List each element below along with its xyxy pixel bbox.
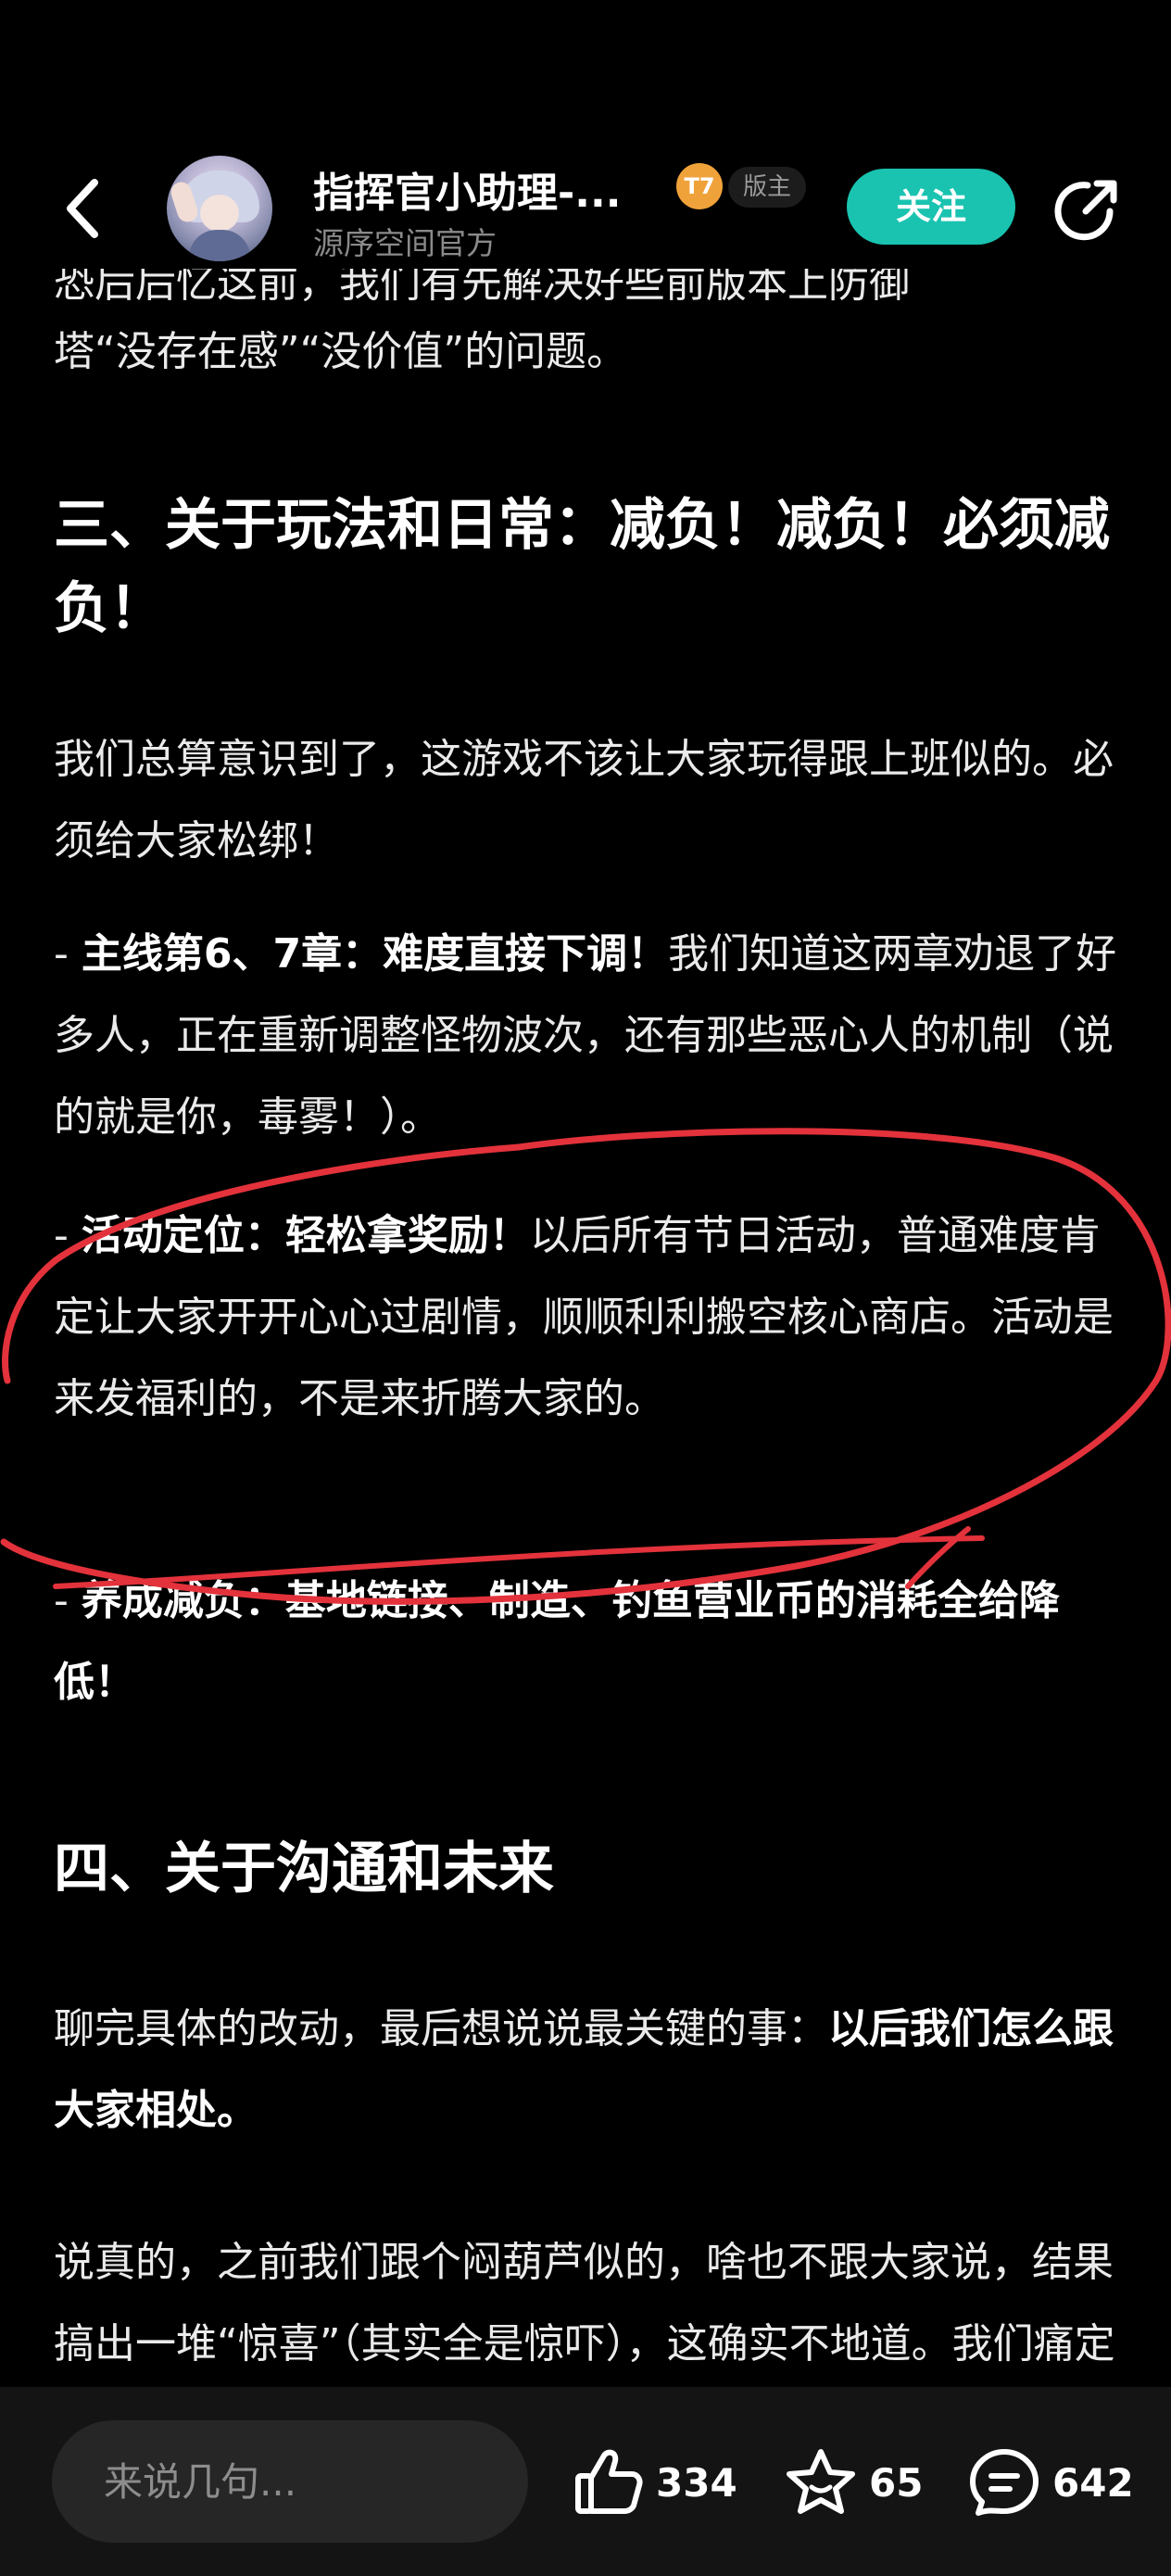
bullet-main-story: - 主线第6、7章：难度直接下调！我们知道这两章劝退了好多人，正在重新调整怪物波… [54, 914, 1119, 1158]
comment-button[interactable]: 642 [967, 2431, 1134, 2533]
back-button[interactable] [56, 171, 111, 246]
section-intro: 我们总算意识到了，这游戏不该让大家玩得跟上班似的。必须给大家松绑！ [54, 736, 1114, 865]
comment-count: 642 [1052, 2459, 1134, 2506]
avatar-face [200, 195, 239, 232]
account-organization: 源序空间官方 [313, 225, 497, 261]
share-icon [1054, 180, 1117, 241]
post-detail-page: 恐后后忆这前，我们有先解决好些前版本上防御 塔“没存在感”“没价值”的问题。 三… [0, 0, 1171, 2576]
bullet-bold: 养成减负：基地链接、制造、钓鱼营业币的消耗全给降低！ [54, 1577, 1060, 1706]
thumbs-up-icon [575, 2449, 643, 2514]
section-heading-gameplay: 三、关于玩法和日常：减负！减负！必须减负！ [54, 493, 1110, 641]
comment-input[interactable] [52, 2420, 528, 2543]
moderator-badge: 版主 [728, 167, 807, 208]
like-count: 334 [656, 2459, 737, 2506]
bottom-action-bar: 334 65 642 [0, 2387, 1171, 2576]
level-badge-icon: T7 [676, 163, 723, 209]
star-icon [787, 2449, 855, 2514]
paragraph-text: 聊完具体的改动，最后想说说最关键的事： [54, 2005, 828, 2052]
like-button[interactable]: 334 [573, 2431, 737, 2533]
avatar-body [189, 230, 250, 261]
bullet-bold: 主线第6、7章：难度直接下调！ [81, 930, 669, 978]
favorite-count: 65 [869, 2459, 924, 2506]
bullet-dash: - [54, 1577, 82, 1624]
share-button[interactable] [1052, 174, 1123, 245]
bullet-event-positioning: - 活动定位：轻松拿奖励！以后所有节日活动，普通难度肯定让大家开开心心过剧情，顺… [54, 1195, 1119, 1440]
follow-button[interactable]: 关注 [847, 169, 1015, 245]
section-heading-communication: 四、关于沟通和未来 [54, 1837, 554, 1901]
bullet-bold: 活动定位：轻松拿奖励！ [81, 1212, 530, 1259]
favorite-button[interactable]: 65 [784, 2431, 923, 2533]
bullet-dash: - [54, 930, 82, 978]
avatar[interactable] [167, 156, 272, 261]
chevron-left-icon [67, 179, 98, 238]
comment-bubble-icon [970, 2449, 1039, 2516]
paragraph-communication: 聊完具体的改动，最后想说说最关键的事：以后我们怎么跟大家相处。 [54, 1989, 1119, 2152]
account-name[interactable]: 指挥官小助理-... [313, 159, 621, 219]
bullet-progression: - 养成减负：基地链接、制造、钓鱼营业币的消耗全给降低！ [54, 1560, 1119, 1724]
post-header: 指挥官小助理-... 源序空间官方 T7 版主 关注 [0, 0, 1171, 269]
bullet-dash: - [54, 1212, 82, 1259]
